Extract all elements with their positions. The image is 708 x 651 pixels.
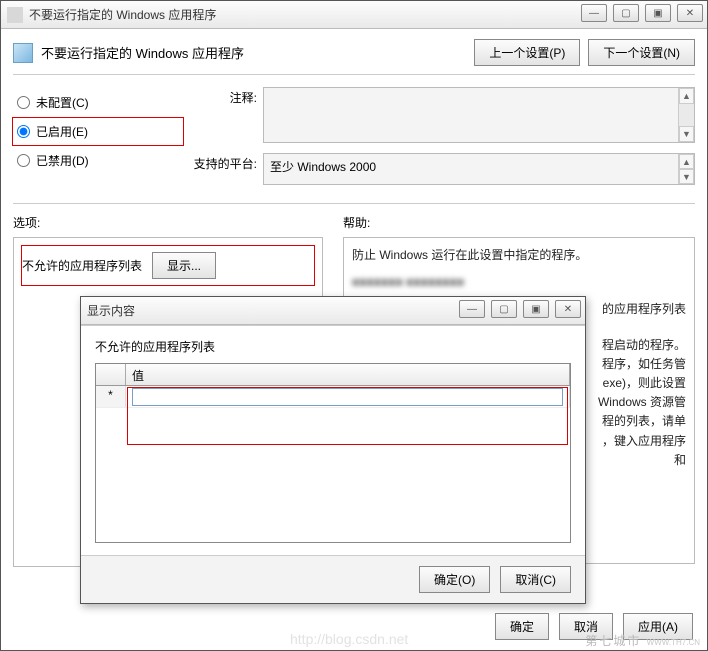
footer-buttons: 确定 取消 应用(A) <box>495 613 693 640</box>
dialog-minimize-button[interactable]: — <box>459 300 485 318</box>
comment-row: 注释: ▲▼ <box>183 87 695 143</box>
platform-row: 支持的平台: 至少 Windows 2000 ▲▼ <box>183 153 695 185</box>
radio-label: 已禁用(D) <box>36 152 89 169</box>
platform-label: 支持的平台: <box>183 153 263 185</box>
comment-textarea[interactable]: ▲▼ <box>263 87 695 143</box>
ok-button[interactable]: 确定 <box>495 613 549 640</box>
scrollbar[interactable]: ▲▼ <box>678 154 694 184</box>
grid-header: 值 <box>96 364 570 386</box>
window-controls: — ▢ ▣ ✕ <box>581 4 703 22</box>
radio-disabled-input[interactable] <box>17 154 30 167</box>
grid-new-row-value-cell[interactable] <box>126 386 570 407</box>
next-setting-button[interactable]: 下一个设置(N) <box>588 39 695 66</box>
radio-enabled[interactable]: 已启用(E) <box>13 118 183 145</box>
dialog-body: 不允许的应用程序列表 值 * <box>81 325 585 555</box>
app-icon <box>7 7 23 23</box>
dialog-maximize-button[interactable]: ▣ <box>523 300 549 318</box>
radio-label: 未配置(C) <box>36 94 89 111</box>
titlebar: 不要运行指定的 Windows 应用程序 — ▢ ▣ ✕ <box>1 1 707 29</box>
comment-label: 注释: <box>183 87 263 143</box>
restore-button[interactable]: ▢ <box>613 4 639 22</box>
cancel-button[interactable]: 取消 <box>559 613 613 640</box>
platform-value: 至少 Windows 2000 <box>270 160 376 174</box>
help-blurred: ■■■■■■■ ■■■■■■■■ <box>352 273 686 292</box>
dialog-titlebar: 显示内容 — ▢ ▣ ✕ <box>81 297 585 325</box>
value-grid[interactable]: 值 * <box>95 363 571 543</box>
dialog-cancel-button[interactable]: 取消(C) <box>500 566 571 593</box>
dialog-window-controls: — ▢ ▣ ✕ <box>459 300 581 318</box>
show-list-button[interactable]: 显示... <box>152 252 216 279</box>
radio-not-configured[interactable]: 未配置(C) <box>13 89 183 116</box>
apply-button[interactable]: 应用(A) <box>623 613 693 640</box>
radio-enabled-input[interactable] <box>17 125 30 138</box>
grid-header-marker <box>96 364 126 385</box>
grid-header-value: 值 <box>126 364 570 385</box>
dialog-close-button[interactable]: ✕ <box>555 300 581 318</box>
option-label: 不允许的应用程序列表 <box>22 257 142 274</box>
maximize-button[interactable]: ▣ <box>645 4 671 22</box>
previous-setting-button[interactable]: 上一个设置(P) <box>474 39 580 66</box>
options-label: 选项: <box>13 212 323 237</box>
show-contents-dialog: 显示内容 — ▢ ▣ ✕ 不允许的应用程序列表 值 * 确定(O) 取消(C) <box>80 296 586 604</box>
radio-not-configured-input[interactable] <box>17 96 30 109</box>
close-button[interactable]: ✕ <box>677 4 703 22</box>
header-row: 不要运行指定的 Windows 应用程序 上一个设置(P) 下一个设置(N) <box>13 39 695 75</box>
grid-value-input[interactable] <box>132 388 563 406</box>
help-line: 防止 Windows 运行在此设置中指定的程序。 <box>352 246 686 265</box>
dialog-body-label: 不允许的应用程序列表 <box>95 338 571 355</box>
dialog-ok-button[interactable]: 确定(O) <box>419 566 490 593</box>
help-label: 帮助: <box>343 212 695 237</box>
platform-textarea: 至少 Windows 2000 ▲▼ <box>263 153 695 185</box>
grid-new-row[interactable]: * <box>96 386 570 408</box>
dialog-restore-button[interactable]: ▢ <box>491 300 517 318</box>
right-column: 注释: ▲▼ 支持的平台: 至少 Windows 2000 ▲▼ <box>183 87 695 195</box>
radio-disabled[interactable]: 已禁用(D) <box>13 147 183 174</box>
disallowed-apps-option: 不允许的应用程序列表 显示... <box>22 246 314 285</box>
policy-icon <box>13 43 33 63</box>
minimize-button[interactable]: — <box>581 4 607 22</box>
header-title: 不要运行指定的 Windows 应用程序 <box>41 43 474 62</box>
grid-new-row-marker: * <box>96 386 126 407</box>
config-area: 未配置(C) 已启用(E) 已禁用(D) 注释: ▲▼ <box>13 75 695 204</box>
nav-buttons: 上一个设置(P) 下一个设置(N) <box>474 39 695 66</box>
radio-group: 未配置(C) 已启用(E) 已禁用(D) <box>13 87 183 195</box>
radio-label: 已启用(E) <box>36 123 88 140</box>
dialog-footer: 确定(O) 取消(C) <box>81 555 585 603</box>
scrollbar[interactable]: ▲▼ <box>678 88 694 142</box>
